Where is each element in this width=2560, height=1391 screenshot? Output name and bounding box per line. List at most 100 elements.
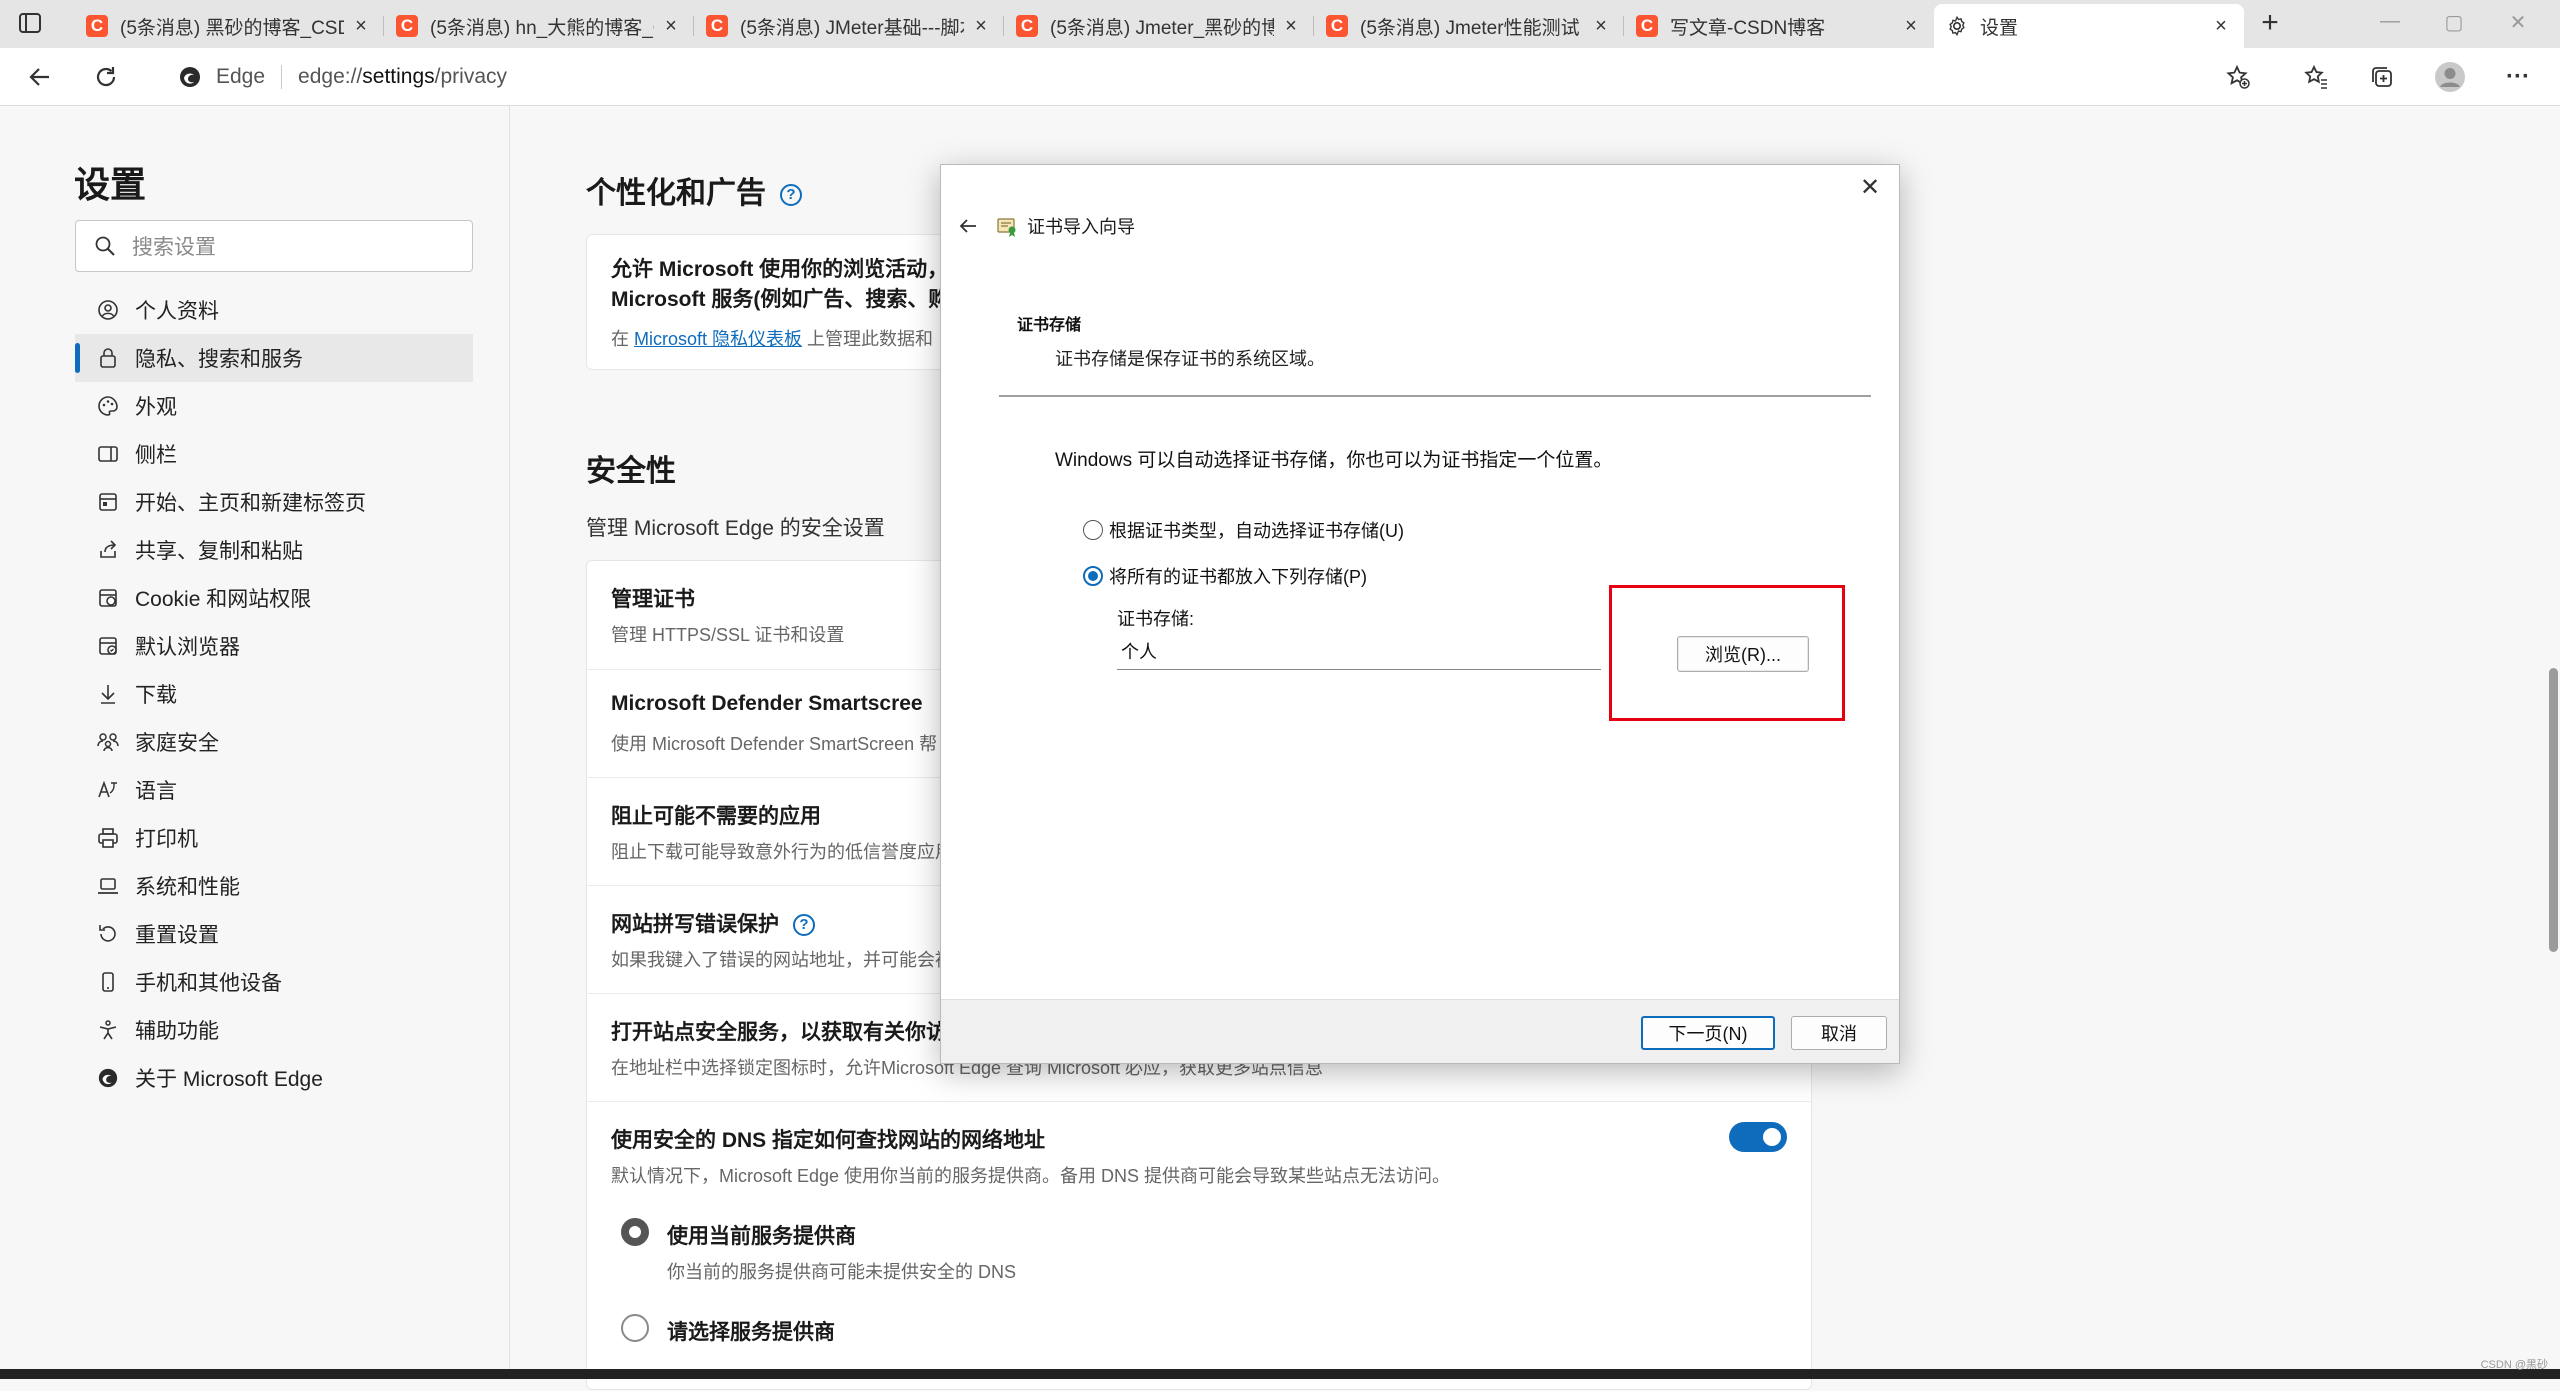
favorites-button[interactable] (2296, 57, 2336, 97)
tab-settings[interactable]: 设置 × (1934, 4, 2244, 48)
new-tab-button[interactable]: + (2253, 8, 2287, 42)
star-add-icon (2226, 64, 2250, 89)
reset-icon (95, 921, 121, 947)
certificate-store-field[interactable] (1117, 632, 1601, 670)
cancel-button[interactable]: 取消 (1791, 1016, 1887, 1050)
more-menu-button[interactable]: ··· (2498, 57, 2538, 97)
sidebar-item-appearance[interactable]: 外观 (75, 382, 473, 430)
tab-title: (5条消息) hn_大熊的博客_CSDN博客 (430, 17, 654, 39)
tab-title: (5条消息) JMeter基础---脚本 (740, 17, 964, 39)
tab-1[interactable]: C (5条消息) 黑砂的博客_CSDN博客 × (74, 4, 384, 48)
tab-4[interactable]: C (5条消息) Jmeter_黑砂的博客 × (1004, 4, 1314, 48)
tab-actions-button[interactable] (14, 10, 56, 38)
dialog-footer: 下一页(N) 取消 (941, 999, 1899, 1063)
dialog-close-button[interactable]: ✕ (1855, 173, 1885, 203)
search-icon (95, 236, 115, 256)
security-subtitle: 管理 Microsoft Edge 的安全设置 (586, 517, 885, 540)
sidebar-item-languages[interactable]: 语言 (75, 766, 473, 814)
privacy-dashboard-link[interactable]: Microsoft 隐私仪表板 (634, 329, 802, 349)
dns-current-provider-label: 使用当前服务提供商 (667, 1225, 856, 1248)
dialog-title: 证书导入向导 (1027, 217, 1135, 237)
more-dots-icon: ··· (2506, 63, 2530, 90)
sidebar-item-label: 语言 (135, 780, 177, 803)
language-icon (95, 777, 121, 803)
sidebar-item-family[interactable]: 家庭安全 (75, 718, 473, 766)
certificate-icon (997, 218, 1016, 237)
place-in-store-radio[interactable] (1083, 566, 1103, 586)
address-bar[interactable]: Edge edge://settings/privacy (150, 54, 2240, 100)
profile-button[interactable] (2430, 57, 2470, 97)
close-tab-icon[interactable]: × (350, 15, 372, 37)
sidebar-item-label: 个人资料 (135, 300, 219, 323)
sidebar-item-cookies[interactable]: Cookie 和网站权限 (75, 574, 473, 622)
home-icon (95, 489, 121, 515)
edge-icon (95, 1065, 121, 1091)
sidebar-item-label: 默认浏览器 (135, 636, 240, 659)
sidebar-item-start-home[interactable]: 开始、主页和新建标签页 (75, 478, 473, 526)
close-tab-icon[interactable]: × (970, 15, 992, 37)
store-field-label: 证书存储: (1117, 609, 1195, 629)
sidebar-item-label: 关于 Microsoft Edge (135, 1068, 323, 1091)
back-button[interactable] (20, 57, 60, 97)
tab-2[interactable]: C (5条消息) hn_大熊的博客_CSDN博客 × (384, 4, 694, 48)
place-in-store-option[interactable]: 将所有的证书都放入下列存储(P) (1083, 563, 1367, 589)
tab-title: 设置 (1980, 17, 2019, 39)
sidebar-item-privacy[interactable]: 隐私、搜索和服务 (75, 334, 473, 382)
sidebar-item-reset[interactable]: 重置设置 (75, 910, 473, 958)
sidebar-item-phone[interactable]: 手机和其他设备 (75, 958, 473, 1006)
sidebar-item-system[interactable]: 系统和性能 (75, 862, 473, 910)
address-url: edge://settings/privacy (298, 65, 508, 88)
sidebar-item-label: 下载 (135, 684, 177, 707)
sidebar-item-accessibility[interactable]: 辅助功能 (75, 1006, 473, 1054)
sidebar-item-profile[interactable]: 个人资料 (75, 286, 473, 334)
sidebar-item-label: 重置设置 (135, 924, 219, 947)
auto-select-store-option[interactable]: 根据证书类型，自动选择证书存储(U) (1083, 517, 1404, 543)
accessibility-icon (95, 1017, 121, 1043)
sidebar-item-about[interactable]: 关于 Microsoft Edge (75, 1054, 473, 1102)
sidebar-item-default-browser[interactable]: 默认浏览器 (75, 622, 473, 670)
next-button[interactable]: 下一页(N) (1641, 1016, 1775, 1050)
close-tab-icon[interactable]: × (1590, 15, 1612, 37)
sidebar-item-label: 开始、主页和新建标签页 (135, 492, 366, 515)
settings-search-input[interactable]: 搜索设置 (75, 220, 473, 272)
dns-choose-provider-radio[interactable] (621, 1314, 649, 1342)
help-icon[interactable]: ? (780, 184, 802, 207)
store-section-title: 证书存储 (1017, 317, 1082, 334)
family-icon (95, 729, 121, 755)
sidebar-item-label: 辅助功能 (135, 1020, 219, 1043)
scrollbar-thumb[interactable] (2549, 668, 2558, 952)
divider (999, 395, 1871, 397)
auto-select-radio[interactable] (1083, 520, 1103, 540)
security-heading: 安全性 (586, 455, 676, 488)
csdn-icon: C (706, 15, 728, 37)
back-arrow-icon (29, 68, 49, 86)
sidebar-item-printers[interactable]: 打印机 (75, 814, 473, 862)
sidebar-item-label: 系统和性能 (135, 876, 240, 899)
sidebar-item-downloads[interactable]: 下载 (75, 670, 473, 718)
close-tab-icon[interactable]: × (2210, 15, 2232, 37)
close-tab-icon[interactable]: × (1900, 15, 1922, 37)
tab-5[interactable]: C (5条消息) Jmeter性能测试 × (1314, 4, 1624, 48)
close-window-button[interactable]: ✕ (2498, 10, 2538, 38)
favorite-add-button[interactable] (2218, 57, 2258, 97)
tab-title: 写文章-CSDN博客 (1670, 17, 1826, 39)
gear-icon (1946, 15, 1968, 37)
tab-6[interactable]: C 写文章-CSDN博客 × (1624, 4, 1934, 48)
store-section-desc: 证书存储是保存证书的系统区域。 (1055, 349, 1325, 369)
close-tab-icon[interactable]: × (660, 15, 682, 37)
refresh-button[interactable] (86, 57, 126, 97)
tab-3[interactable]: C (5条消息) JMeter基础---脚本 × (694, 4, 1004, 48)
personalization-heading: 个性化和广告? (586, 168, 802, 212)
address-brand: Edge (216, 65, 266, 88)
close-tab-icon[interactable]: × (1280, 15, 1302, 37)
collections-button[interactable] (2362, 57, 2402, 97)
dialog-back-button[interactable] (953, 211, 983, 241)
sidebar-item-share[interactable]: 共享、复制和粘贴 (75, 526, 473, 574)
maximize-button[interactable]: ▢ (2434, 10, 2474, 38)
sidebar-item-label: 侧栏 (135, 444, 177, 467)
minimize-button[interactable]: — (2370, 10, 2410, 38)
secure-dns-toggle[interactable] (1729, 1122, 1787, 1152)
help-icon[interactable]: ? (793, 914, 815, 937)
sidebar-item-sidebar[interactable]: 侧栏 (75, 430, 473, 478)
dns-current-provider-radio[interactable] (621, 1218, 649, 1246)
